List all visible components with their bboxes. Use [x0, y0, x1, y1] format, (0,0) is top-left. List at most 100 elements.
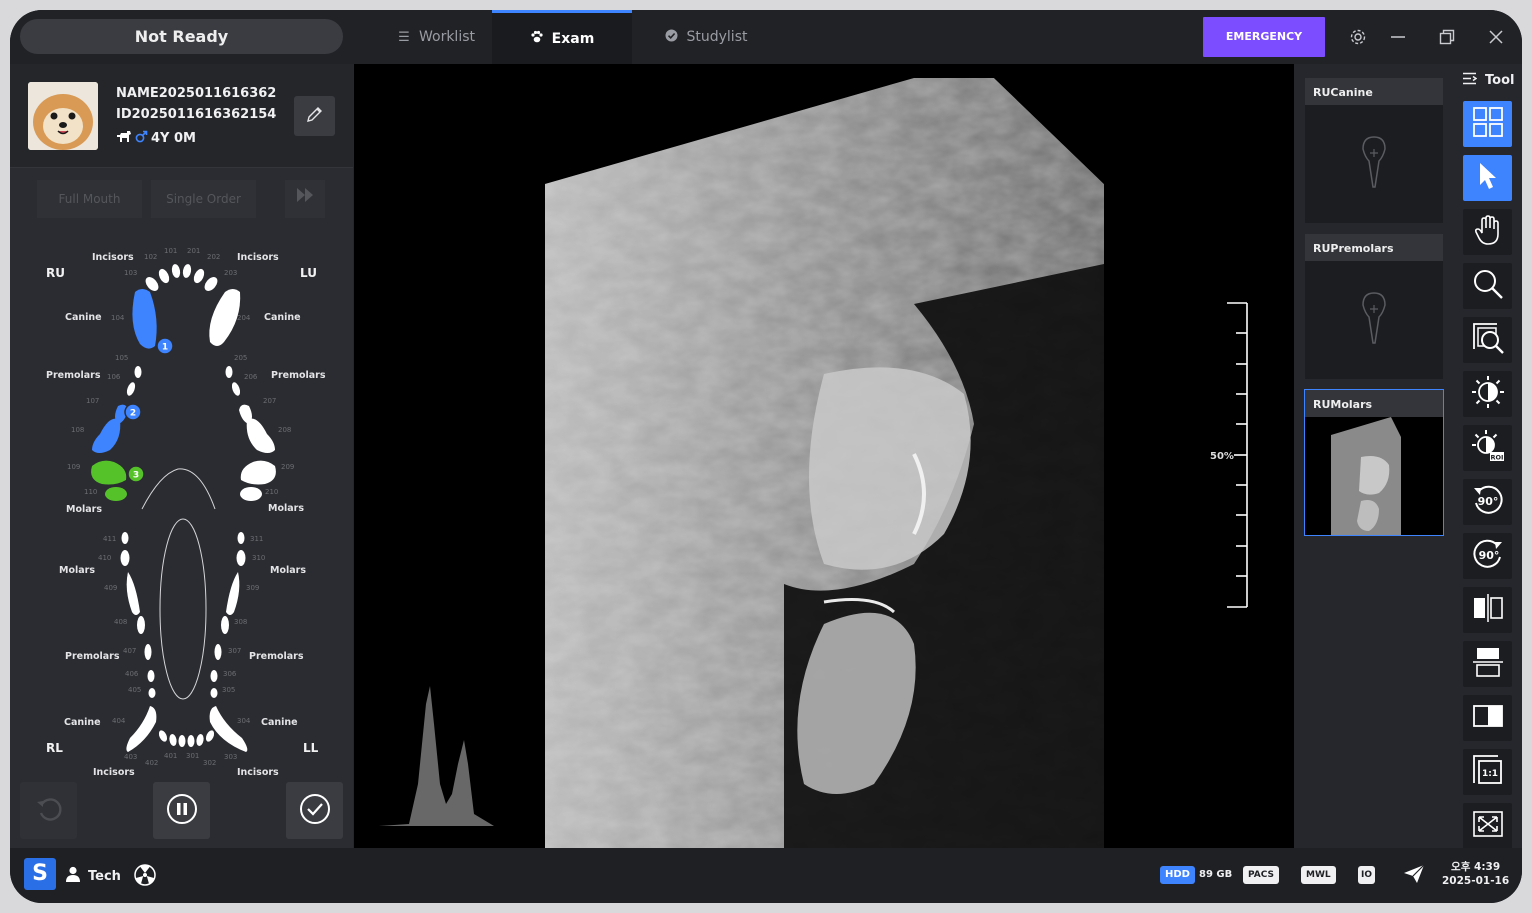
tooth-106[interactable]: [125, 381, 136, 397]
pacs-status[interactable]: PACS: [1243, 866, 1279, 884]
tooth-405[interactable]: [148, 688, 156, 698]
svg-text:ROI: ROI: [1490, 454, 1503, 462]
pause-button[interactable]: [153, 782, 210, 839]
tooth-402[interactable]: [169, 733, 178, 746]
tooth-202[interactable]: [192, 267, 206, 284]
tooth-108-selected[interactable]: [92, 418, 121, 453]
tooth-number: 103: [124, 269, 137, 277]
tooth-410[interactable]: [120, 550, 130, 566]
tooth-number: 303: [224, 753, 237, 761]
rotate-right-tool[interactable]: 90°: [1463, 533, 1512, 579]
tooth-206[interactable]: [230, 381, 241, 397]
tooth-104-selected[interactable]: [132, 289, 157, 349]
tooth-306[interactable]: [210, 670, 218, 682]
tooth-406[interactable]: [147, 670, 155, 682]
flip-vertical-tool[interactable]: [1463, 641, 1512, 687]
full-mouth-button[interactable]: Full Mouth: [37, 180, 142, 218]
restore-icon[interactable]: [1433, 23, 1461, 51]
tooth-303[interactable]: [204, 729, 215, 743]
tooth-305[interactable]: [210, 688, 218, 698]
undo-button[interactable]: [20, 782, 77, 839]
tooth-401[interactable]: [178, 735, 186, 747]
tooth-411[interactable]: [121, 532, 129, 544]
edit-patient-button[interactable]: [294, 96, 335, 136]
svg-text:90°: 90°: [1477, 495, 1498, 508]
tab-studylist[interactable]: Studylist: [654, 10, 758, 64]
tab-exam[interactable]: Exam: [492, 10, 632, 64]
brightness-contrast-tool[interactable]: [1463, 371, 1512, 417]
emergency-button[interactable]: EMERGENCY: [1203, 17, 1325, 57]
minimize-icon[interactable]: [1384, 23, 1412, 51]
tooth-105[interactable]: [134, 366, 142, 378]
tooth-204[interactable]: [209, 289, 241, 346]
svg-text:90°: 90°: [1478, 549, 1499, 562]
tooth-number: 305: [222, 686, 235, 694]
tooth-301[interactable]: [187, 735, 195, 747]
clock-time: 오후 4:39: [1451, 861, 1501, 873]
user-info[interactable]: Tech: [66, 866, 121, 886]
tooth-302[interactable]: [196, 733, 205, 746]
tooth-102[interactable]: [157, 267, 171, 284]
flip-horizontal-tool[interactable]: [1463, 587, 1512, 633]
tooth-311[interactable]: [237, 532, 245, 544]
complete-button[interactable]: [286, 782, 343, 839]
tooth-210[interactable]: [240, 487, 262, 501]
tooth-307[interactable]: [214, 644, 222, 660]
actual-size-tool[interactable]: 1:1: [1463, 749, 1512, 795]
tooth-number: 311: [250, 535, 263, 543]
tooth-205[interactable]: [225, 366, 233, 378]
fit-screen-tool[interactable]: [1463, 803, 1512, 849]
tooth-403[interactable]: [157, 729, 168, 743]
tooth-408[interactable]: [137, 616, 145, 634]
settings-gear-icon[interactable]: [1344, 23, 1372, 51]
tooth-110-selected[interactable]: [105, 487, 127, 501]
single-order-button[interactable]: Single Order: [151, 180, 256, 218]
quadrant-ru: RU: [46, 266, 65, 280]
tooth-203[interactable]: [202, 275, 220, 294]
tooth-201[interactable]: [182, 263, 192, 278]
rotate-left-tool[interactable]: 90°: [1463, 479, 1512, 525]
tool-panel: Tool ROI 90° 90° 1:1: [1454, 64, 1522, 849]
tooth-209[interactable]: [240, 460, 276, 485]
tab-worklist[interactable]: ☰ Worklist: [382, 10, 490, 64]
tooth-304[interactable]: [209, 706, 248, 752]
user-icon: [66, 866, 80, 886]
tooth-308[interactable]: [221, 616, 229, 634]
tooth-309[interactable]: [226, 572, 240, 615]
label-premolars-lu: Premolars: [271, 370, 326, 381]
pointer-tool[interactable]: [1463, 155, 1512, 201]
close-icon[interactable]: [1482, 23, 1510, 51]
flip-vertical-icon: [1471, 645, 1505, 683]
label-premolars-ll: Premolars: [249, 651, 304, 662]
marker-label: 2: [130, 409, 136, 419]
tooth-208[interactable]: [246, 418, 275, 453]
skip-forward-button[interactable]: [285, 180, 325, 218]
radiation-icon[interactable]: [134, 864, 156, 890]
io-status[interactable]: IO: [1358, 866, 1375, 884]
svg-text:1:1: 1:1: [1481, 769, 1497, 779]
tooth-101[interactable]: [171, 263, 181, 278]
thumbnail-image: [1331, 417, 1417, 535]
pan-tool[interactable]: [1463, 209, 1512, 255]
zoom-tool[interactable]: [1463, 263, 1512, 309]
send-icon[interactable]: [1403, 864, 1425, 888]
tooth-310[interactable]: [236, 550, 246, 566]
tooth-number: 304: [237, 717, 251, 725]
mwl-status[interactable]: MWL: [1301, 866, 1336, 884]
label-molars-rl: Molars: [59, 565, 95, 576]
thumbnail-rumolars[interactable]: RUMolars: [1304, 389, 1444, 536]
tooth-407[interactable]: [144, 644, 152, 660]
tooth-outline-icon: [1359, 135, 1389, 193]
tooth-109-selected[interactable]: [91, 460, 127, 485]
tooth-404[interactable]: [126, 706, 157, 752]
invert-tool[interactable]: [1463, 695, 1512, 741]
image-viewer[interactable]: 50%: [354, 64, 1294, 848]
magnifier-tool[interactable]: [1463, 317, 1512, 363]
tooth-409[interactable]: [126, 572, 140, 615]
roi-contrast-tool[interactable]: ROI: [1463, 425, 1512, 471]
thumbnail-rupremolars[interactable]: RUPremolars: [1304, 233, 1444, 380]
thumbnail-rucanine[interactable]: RUCanine: [1304, 77, 1444, 224]
undo-icon: [33, 793, 65, 829]
invert-icon: [1471, 699, 1505, 737]
layout-grid-tool[interactable]: [1463, 101, 1512, 147]
